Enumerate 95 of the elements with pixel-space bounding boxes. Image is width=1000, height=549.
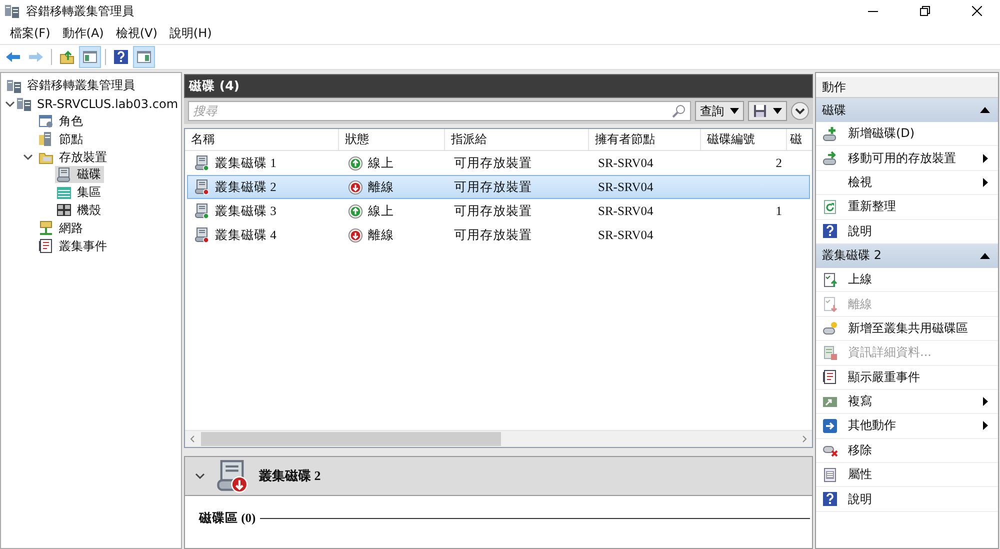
table-cell: 離線 (368, 226, 394, 244)
menu-item[interactable]: 檔案(F) (4, 24, 56, 42)
table-cell: 離線 (368, 178, 394, 196)
search-field[interactable]: 搜尋 (193, 104, 672, 118)
window-icon (38, 113, 54, 130)
network-icon (38, 220, 54, 236)
pane-title: 動作 (816, 77, 998, 98)
restore-icon (920, 6, 930, 16)
help-icon (822, 491, 838, 508)
checklist-icon (822, 272, 838, 288)
tree-item[interactable]: 存放裝置 (37, 148, 110, 166)
disk-plus-icon (822, 126, 838, 142)
tree-item[interactable]: SR-SRVCLUS.lab03.com (15, 95, 182, 112)
menu-item[interactable]: 動作(A) (56, 24, 110, 42)
group-header[interactable]: 叢集磁碟 2 (816, 244, 998, 268)
table-cell: 可用存放裝置 (454, 178, 532, 196)
properties-icon (822, 466, 838, 483)
disk-arrow-icon (822, 150, 838, 166)
table-cell: 可用存放裝置 (454, 154, 532, 172)
chevron-down-icon[interactable] (195, 471, 205, 481)
caret-icon (730, 108, 739, 114)
column-header[interactable]: 擁有者節點 (589, 129, 701, 150)
grid-icon (56, 202, 72, 218)
table-row[interactable]: 叢集磁碟 3 線上 可用存放裝置 SR-SRV04 1 (187, 199, 810, 223)
arrow-right-icon (822, 418, 838, 434)
expand-button[interactable] (791, 102, 809, 120)
caret-icon (773, 108, 782, 114)
tree-item[interactable]: 磁碟 (55, 166, 104, 184)
document-lock-icon (822, 344, 838, 361)
column-header[interactable]: 磁碟編號 (701, 129, 787, 150)
chevron-down-icon[interactable] (5, 98, 15, 109)
pane-button[interactable] (79, 46, 101, 68)
folder-up-icon (59, 49, 75, 65)
table-row[interactable]: 叢集磁碟 1 線上 可用存放裝置 SR-SRV04 2 (187, 151, 810, 175)
help-icon (822, 223, 838, 240)
servers-icon (16, 96, 32, 112)
save-button[interactable] (748, 101, 787, 121)
table-cell: SR-SRV04 (598, 180, 654, 194)
chevron-down-icon[interactable] (23, 152, 33, 162)
tree-item[interactable]: 容錯移轉叢集管理員 (5, 77, 138, 94)
table-row[interactable]: 叢集磁碟 2 離線 可用存放裝置 SR-SRV04 (187, 175, 810, 199)
table-cell: 叢集磁碟 3 (215, 202, 276, 220)
menu-item[interactable]: 檢視(V) (110, 24, 164, 42)
table-cell: 線上 (368, 154, 394, 172)
floppy-icon (753, 104, 767, 118)
window-title: 容錯移轉叢集管理員 (26, 2, 134, 20)
tree-item[interactable]: 集區 (55, 184, 104, 202)
table-cell: 叢集磁碟 2 (215, 178, 276, 196)
tree-item[interactable]: 角色 (37, 112, 86, 130)
tree-item[interactable]: 叢集事件 (37, 238, 110, 255)
disk-star-icon (822, 320, 838, 336)
log-icon (38, 238, 54, 254)
stack-icon (56, 184, 72, 201)
chevron-down-icon (795, 107, 805, 115)
column-header[interactable]: 指派給 (445, 129, 589, 150)
pane-icon (136, 49, 152, 65)
table-cell: 1 (776, 204, 782, 218)
tree-item[interactable]: 機殼 (55, 202, 104, 219)
pane-button[interactable] (133, 46, 155, 68)
horizontal-scrollbar[interactable] (185, 430, 812, 447)
pane-icon (82, 49, 98, 65)
column-header[interactable]: 名稱 (185, 129, 339, 150)
refresh-icon (822, 198, 838, 215)
column-header[interactable]: 磁 (787, 129, 812, 150)
table-cell: 線上 (368, 202, 394, 220)
table-cell: SR-SRV04 (598, 228, 654, 242)
search-icon (672, 104, 686, 118)
servers-icon (4, 3, 20, 19)
table-cell: 叢集磁碟 4 (215, 226, 276, 244)
table-cell: 叢集磁碟 1 (215, 154, 276, 172)
help-icon (113, 49, 129, 65)
server-icon (38, 131, 54, 148)
close-icon (972, 6, 982, 16)
section-heading: 磁碟區 (0) (199, 510, 256, 527)
log-icon (822, 369, 838, 386)
table-cell: SR-SRV04 (598, 156, 654, 170)
detail-title: 叢集磁碟 2 (259, 467, 321, 485)
query-button[interactable]: 查詢 (695, 101, 744, 121)
checklist-icon (822, 296, 838, 312)
table-cell: 可用存放裝置 (454, 226, 532, 244)
column-header[interactable]: 狀態 (339, 129, 445, 150)
table-cell: 可用存放裝置 (454, 202, 532, 220)
forward-arrow-icon (28, 49, 44, 65)
servers-icon (6, 78, 22, 94)
table-cell: 2 (776, 156, 782, 170)
tree-item[interactable]: 節點 (37, 130, 86, 148)
tree-item[interactable]: 網路 (37, 220, 86, 237)
search-box[interactable]: 搜尋 (188, 101, 691, 121)
menu-item[interactable]: 說明(H) (163, 24, 218, 42)
table-row[interactable]: 叢集磁碟 4 離線 可用存放裝置 SR-SRV04 (187, 223, 810, 247)
group-header[interactable]: 磁碟 (816, 98, 998, 122)
panel-title: 磁碟 (4) (184, 74, 813, 98)
back-arrow-icon (5, 49, 21, 65)
table-cell: SR-SRV04 (598, 204, 654, 218)
disk-icon (56, 166, 72, 183)
